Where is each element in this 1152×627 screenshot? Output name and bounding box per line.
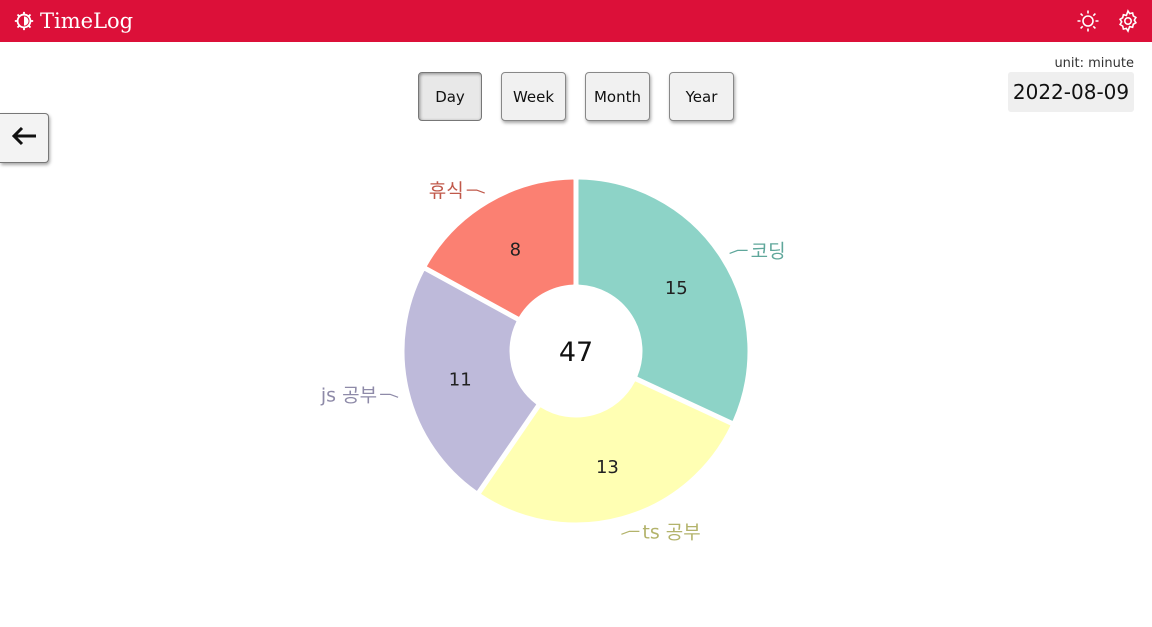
donut-chart: 15 코딩 13 ts 공부 11 js 공부 8 휴식 47: [320, 179, 786, 543]
slice-category-label: 코딩: [751, 240, 786, 262]
donut-slice[interactable]: [578, 179, 748, 421]
slice-leader-line: [621, 530, 640, 535]
slice-value-label: 11: [449, 370, 472, 391]
slice-category-label: ts 공부: [642, 521, 700, 543]
slice-leader-line: [729, 249, 748, 254]
slice-category-label: js 공부: [320, 384, 377, 406]
slice-value-label: 8: [510, 240, 521, 261]
slice-leader-line: [466, 189, 485, 194]
slice-value-label: 13: [596, 457, 619, 478]
slice-value-label: 15: [665, 278, 688, 299]
donut-total-label: 47: [559, 337, 593, 368]
slice-leader-line: [380, 393, 399, 398]
slice-category-label: 휴식: [429, 180, 464, 202]
